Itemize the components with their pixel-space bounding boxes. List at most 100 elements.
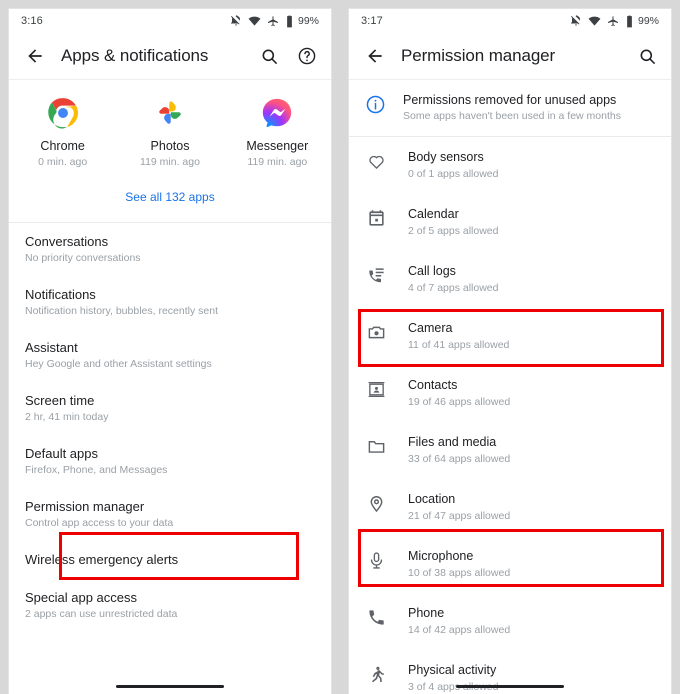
permission-subtitle: 19 of 46 apps allowed [408,396,511,408]
help-icon[interactable] [295,44,319,68]
sidebar-item-default-apps[interactable]: Default apps Firefox, Phone, and Message… [25,435,315,488]
list-item-title: Notifications [25,287,96,302]
list-item-title: Permission manager [25,499,145,514]
see-all-apps-link[interactable]: See all 132 apps [9,168,331,218]
phone-icon [365,606,387,628]
list-item-subtitle: No priority conversations [25,252,141,264]
list-item-subtitle: 2 apps can use unrestricted data [25,608,178,620]
heart-icon [365,150,387,172]
permission-row-microphone[interactable]: Microphone 10 of 38 apps allowed [349,536,671,593]
status-icons: 99% [230,15,319,28]
list-item-subtitle: Control app access to your data [25,517,174,529]
permission-row-location[interactable]: Location 21 of 47 apps allowed [349,479,671,536]
permission-row-call-logs[interactable]: Call logs 4 of 7 apps allowed [349,251,671,308]
battery-icon [285,15,294,28]
permission-subtitle: 2 of 5 apps allowed [408,225,499,237]
permission-subtitle: 14 of 42 apps allowed [408,624,511,636]
search-icon[interactable] [257,44,281,68]
permission-name: Phone [408,606,445,620]
battery-percent: 99% [297,15,319,27]
bell-off-icon [570,15,582,27]
list-item-title: Wireless emergency alerts [25,552,179,567]
recent-app-subtitle: 119 min. ago [247,156,308,168]
banner-subtitle: Some apps haven't been used in a few mon… [403,110,621,122]
call-log-icon [365,264,387,286]
info-icon [365,94,387,122]
airplane-mode-icon [607,15,619,27]
recent-app-name: Chrome [40,139,85,153]
settings-list: Conversations No priority conversations … [9,223,331,632]
left-app-bar-actions [257,44,319,68]
airplane-mode-icon [267,15,279,27]
permission-name: Calendar [408,207,459,221]
status-icons: 99% [570,15,659,28]
permission-text: Contacts 19 of 46 apps allowed [408,378,510,408]
sidebar-item-conversations[interactable]: Conversations No priority conversations [25,223,315,276]
list-item-subtitle: Notification history, bubbles, recently … [25,305,218,317]
arrow-back-icon[interactable] [361,42,389,70]
list-item-title: Assistant [25,340,78,355]
recent-app-tile[interactable]: Photos 119 min. ago [116,96,223,168]
permission-subtitle: 4 of 7 apps allowed [408,282,499,294]
sidebar-item-screen-time[interactable]: Screen time 2 hr, 41 min today [25,382,315,435]
sidebar-item-wireless-emergency-alerts[interactable]: Wireless emergency alerts [25,541,315,579]
messenger-icon [260,96,294,130]
permission-text: Location 21 of 47 apps allowed [408,492,510,522]
chrome-icon [46,96,80,130]
permission-name: Location [408,492,456,506]
permission-text: Camera 11 of 41 apps allowed [408,321,509,351]
permission-name: Call logs [408,264,456,278]
left-app-bar: Apps & notifications [9,33,331,80]
home-indicator[interactable] [456,685,564,688]
sidebar-item-notifications[interactable]: Notifications Notification history, bubb… [25,276,315,329]
permission-row-phone[interactable]: Phone 14 of 42 apps allowed [349,593,671,650]
wifi-icon [588,15,601,28]
page-title: Permission manager [401,46,556,65]
status-clock: 3:17 [361,15,383,27]
sidebar-item-assistant[interactable]: Assistant Hey Google and other Assistant… [25,329,315,382]
permission-row-body-sensors[interactable]: Body sensors 0 of 1 apps allowed [349,137,671,194]
banner-title: Permissions removed for unused apps [403,93,617,107]
camera-icon [365,321,387,343]
unused-apps-banner[interactable]: Permissions removed for unused apps Some… [349,80,671,136]
arrow-back-icon[interactable] [21,42,49,70]
permission-text: Physical activity 3 of 4 apps allowed [408,663,498,693]
permission-subtitle: 21 of 47 apps allowed [408,510,511,522]
banner-text: Permissions removed for unused apps Some… [403,93,621,122]
recent-app-subtitle: 0 min. ago [38,156,88,168]
recent-app-name: Photos [150,139,190,153]
recent-app-tile[interactable]: Messenger 119 min. ago [224,96,331,168]
permission-row-contacts[interactable]: Contacts 19 of 46 apps allowed [349,365,671,422]
list-item-subtitle: Firefox, Phone, and Messages [25,464,168,476]
permission-row-camera[interactable]: Camera 11 of 41 apps allowed [349,308,671,365]
bell-off-icon [230,15,242,27]
sidebar-item-special-app-access[interactable]: Special app access 2 apps can use unrest… [25,579,315,632]
sidebar-item-permission-manager[interactable]: Permission manager Control app access to… [25,488,315,541]
list-item-title: Default apps [25,446,98,461]
permissions-list: Body sensors 0 of 1 apps allowed Calenda… [349,137,671,694]
recent-app-tile[interactable]: Chrome 0 min. ago [9,96,116,168]
search-icon[interactable] [635,44,659,68]
list-item-title: Special app access [25,590,138,605]
permission-text: Calendar 2 of 5 apps allowed [408,207,498,237]
calendar-icon [365,207,387,229]
battery-percent: 99% [637,15,659,27]
permission-name: Contacts [408,378,458,392]
right-status-bar: 3:17 99% [349,9,671,33]
permission-text: Call logs 4 of 7 apps allowed [408,264,498,294]
right-phone: 3:17 99% Permission manager Permissions … [340,0,680,694]
recent-apps-row: Chrome 0 min. ago Photos 119 min. ago Me… [9,96,331,168]
permission-name: Camera [408,321,453,335]
permission-row-calendar[interactable]: Calendar 2 of 5 apps allowed [349,194,671,251]
left-phone: 3:16 99% Apps & notifications Chrome 0 m… [0,0,340,694]
home-indicator[interactable] [116,685,224,688]
battery-icon [625,15,634,28]
right-app-bar-actions [635,44,659,68]
permission-text: Body sensors 0 of 1 apps allowed [408,150,498,180]
permission-name: Physical activity [408,663,497,677]
microphone-icon [365,549,387,571]
left-status-bar: 3:16 99% [9,9,331,33]
list-item-subtitle: Hey Google and other Assistant settings [25,358,212,370]
list-item-title: Screen time [25,393,95,408]
permission-row-files-and-media[interactable]: Files and media 33 of 64 apps allowed [349,422,671,479]
